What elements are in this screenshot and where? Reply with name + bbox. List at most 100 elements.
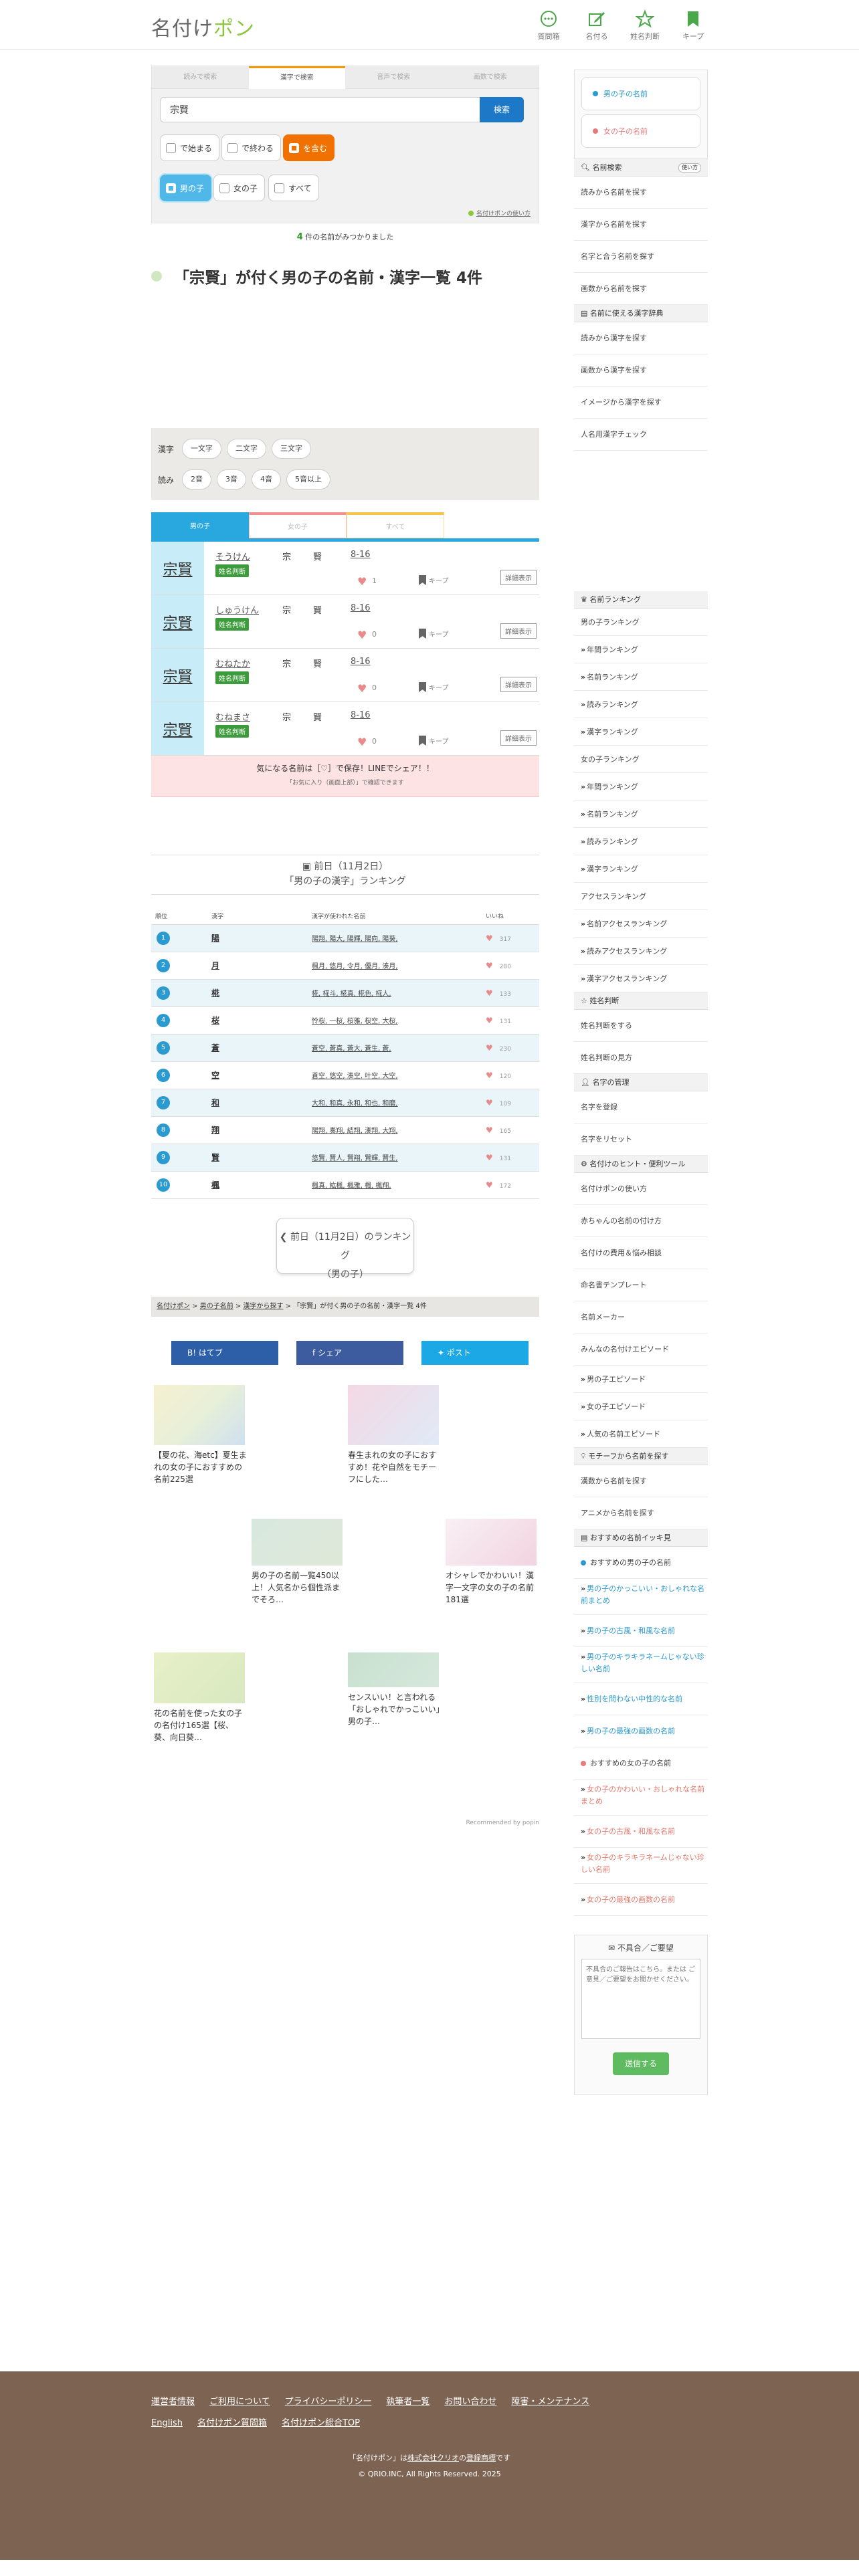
sidebar-item-episode[interactable]: 女の子エピソード [574,1393,708,1420]
stroke-count[interactable]: 8-16 [351,603,371,613]
rank-kanji[interactable]: 翔 [211,1125,219,1135]
result-kanji[interactable]: 宗賢 [151,649,205,702]
sidebar-item-ranking[interactable]: 女の子ランキング [574,746,708,773]
tab-search-voice[interactable]: 音声で検索 [345,66,442,89]
rank-names[interactable]: 椛, 椛斗, 椛真, 椛色, 椛人, [312,990,391,998]
gender-boy[interactable]: 男の子 [160,175,212,201]
keep-button[interactable]: キープ [419,736,448,746]
sidebar-item-ranking[interactable]: 年間ランキング [574,636,708,663]
howto-link[interactable]: 名付けポンの使い方 [468,209,531,217]
sidebar-item-dict[interactable]: 読みから漢字を探す [574,322,708,354]
recommend-card[interactable]: 【夏の花、海etc】夏生まれの女の子におすすめの名前225選 [154,1384,248,1485]
sidebar-item-tool[interactable]: 名付けの費用＆悩み相談 [574,1237,708,1269]
heart-icon[interactable]: ♥ [357,575,367,588]
recommend-card[interactable]: 男の子の名前一覧450以上！人気名から個性派までそろ… [252,1518,345,1606]
trademark-link[interactable]: 登録商標 [466,2454,496,2462]
result-reading[interactable]: そうけん [215,550,250,562]
sidebar-item-tool[interactable]: 赤ちゃんの名前の付け方 [574,1205,708,1237]
rank-names[interactable]: 陽翔, 奏翔, 結翔, 湊翔, 大翔, [312,1128,398,1135]
sidebar-girl-names[interactable]: 女の子の名前 [581,114,700,148]
match-starts-with[interactable]: で始まる [160,134,220,161]
heart-icon[interactable]: ♥ [357,629,367,641]
recommend-card[interactable]: 花の名前を使った女の子の名付け165選【桜、葵、向日葵… [154,1652,248,1743]
rank-names[interactable]: 悠賢, 賢人, 賢翔, 賢輝, 賢生, [312,1155,398,1162]
sidebar-item-rec-boy[interactable]: 男の子のキラキラネームじゃない珍しい名前 [574,1647,708,1683]
filter-yomi-2[interactable]: 2音 [182,469,211,490]
recommend-card[interactable]: オシャレでかわいい！漢字一文字の女の子の名前181選 [446,1518,539,1606]
result-reading[interactable]: むねたか [215,657,250,669]
result-reading[interactable]: しゅうけん [215,603,259,616]
sidebar-item-rec-boy[interactable]: 男の子の古風・和風な名前 [574,1615,708,1647]
sidebar-item-tool[interactable]: みんなの名付けエピソード [574,1333,708,1366]
result-kanji[interactable]: 宗賢 [151,595,205,648]
filter-yomi-4[interactable]: 4音 [252,469,281,490]
sidebar-item-rec-girl[interactable]: 女の子のキラキラネームじゃない珍しい名前 [574,1848,708,1884]
sidebar-item-motif[interactable]: アニメから名前を探す [574,1497,708,1529]
kanji-char[interactable]: 宗 [282,603,291,616]
sidebar-item-motif[interactable]: 漢数から名前を探す [574,1465,708,1497]
sidebar-item-ranking[interactable]: 読みアクセスランキング [574,938,708,965]
tab-search-reading[interactable]: 読みで検索 [152,66,249,89]
twitter-button[interactable]: ✦ ポスト [421,1340,529,1365]
detail-button[interactable]: 詳細表示 [500,730,537,746]
prev-ranking-button[interactable]: ❮ 前日（11月2日）のランキング （男の子） [276,1217,414,1280]
match-ends-with[interactable]: で終わる [221,134,282,161]
stroke-count[interactable]: 8-16 [351,710,371,720]
rank-kanji[interactable]: 和 [211,1098,219,1107]
footer-link[interactable]: English [151,2418,183,2428]
result-reading[interactable]: むねまさ [215,710,250,723]
heart-icon[interactable]: ♥ [357,736,367,748]
rank-kanji[interactable]: 椛 [211,988,219,998]
sidebar-item-rec-boy[interactable]: 性別を問わない中性的な名前 [574,1683,708,1715]
recommend-card[interactable]: センスいい！と言われる「おしゃれでかっこいい」男の子… [348,1652,442,1727]
sidebar-item-ranking[interactable]: 読みランキング [574,828,708,855]
keep-button[interactable]: キープ [419,629,448,639]
sidebar-item-dict[interactable]: 画数から漢字を探す [574,354,708,387]
search-button[interactable]: 検索 [480,97,524,122]
sidebar-item-ranking[interactable]: 名前アクセスランキング [574,910,708,938]
rank-kanji[interactable]: 月 [211,961,219,970]
sidebar-item-episode[interactable]: 男の子エピソード [574,1366,708,1393]
result-tab-boy[interactable]: 男の子 [151,512,249,538]
filter-yomi-3[interactable]: 3音 [217,469,246,490]
footer-link[interactable]: 執筆者一覧 [386,2397,430,2407]
site-logo[interactable]: 名付けポン [151,12,255,41]
tab-search-kanji[interactable]: 漢字で検索 [248,66,345,89]
breadcrumb-kanji[interactable]: 漢字から探す [244,1303,284,1310]
sidebar-item-ranking[interactable]: 漢字ランキング [574,718,708,746]
company-link[interactable]: 株式会社クリオ [407,2454,459,2462]
sidebar-boy-names[interactable]: 男の子の名前 [581,77,700,110]
footer-link[interactable]: お問い合わせ [444,2397,496,2407]
kanji-char[interactable]: 賢 [313,657,322,669]
filter-yomi-5[interactable]: 5音以上 [286,469,330,490]
sidebar-item-search[interactable]: 漢字から名前を探す [574,209,708,241]
footer-link[interactable]: 名付けポン質問箱 [197,2418,267,2428]
seimei-badge[interactable]: 姓名判断 [215,725,249,738]
sidebar-item-manage[interactable]: 名字を登録 [574,1091,708,1123]
stroke-count[interactable]: 8-16 [351,550,371,560]
rank-kanji[interactable]: 賢 [211,1153,219,1162]
filter-kanji-3[interactable]: 三文字 [272,439,311,459]
sidebar-item-rec-girl[interactable]: 女の子の古風・和風な名前 [574,1816,708,1848]
rank-names[interactable]: 楓月, 悠月, 令月, 優月, 湊月, [312,963,398,970]
rank-kanji[interactable]: 陽 [211,934,219,943]
filter-kanji-2[interactable]: 二文字 [227,439,266,459]
kanji-char[interactable]: 賢 [313,603,322,616]
footer-link[interactable]: 障害・メンテナンス [511,2397,589,2407]
seimei-badge[interactable]: 姓名判断 [215,564,249,577]
rank-names[interactable]: 怜桜, 一桜, 桜雅, 桜空, 大桜, [312,1018,398,1025]
result-tab-girl[interactable]: 女の子 [249,512,347,538]
rank-kanji[interactable]: 楓 [211,1180,219,1190]
nav-naming[interactable]: 名付る [582,9,611,41]
kanji-char[interactable]: 賢 [313,710,322,723]
keep-button[interactable]: キープ [419,575,448,585]
sidebar-item-rec-boy[interactable]: 男の子のかっこいい・おしゃれな名前まとめ [574,1579,708,1615]
sidebar-item-dict[interactable]: イメージから漢字を探す [574,387,708,419]
rank-kanji[interactable]: 蒼 [211,1043,219,1053]
gender-girl[interactable]: 女の子 [213,175,266,201]
rank-kanji[interactable]: 桜 [211,1016,219,1025]
rank-names[interactable]: 陽翔, 陽大, 陽輝, 陽向, 陽葵, [312,936,398,943]
sidebar-item-dict[interactable]: 人名用漢字チェック [574,419,708,451]
detail-button[interactable]: 詳細表示 [500,570,537,585]
filter-kanji-1[interactable]: 一文字 [182,439,221,459]
